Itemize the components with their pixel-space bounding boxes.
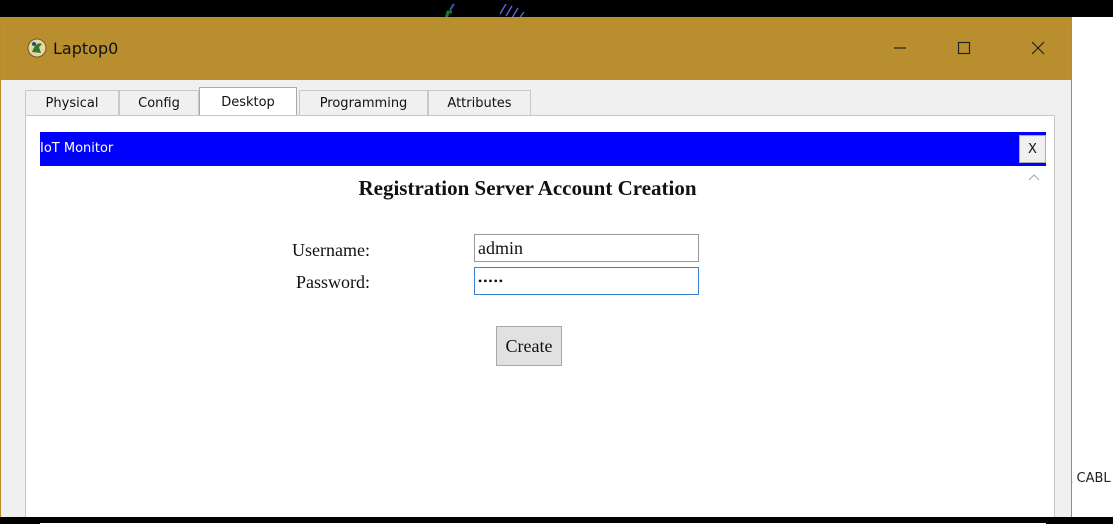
desktop-tab-panel: IoT Monitor X Registration Server Accoun… (25, 115, 1055, 524)
username-label: Username: (292, 240, 370, 260)
background-cable-label: \ CABL (1068, 471, 1111, 486)
bottom-edge (0, 517, 1113, 523)
password-input[interactable]: ••••• (474, 267, 699, 295)
laptop-window: Laptop0 Physical Config Desktop Programm… (0, 17, 1072, 524)
iot-monitor-close-button[interactable]: X (1019, 135, 1046, 163)
minimize-icon (894, 47, 906, 49)
maximize-button[interactable] (941, 31, 987, 65)
username-input[interactable]: admin (474, 234, 699, 262)
iot-monitor-header: IoT Monitor X (40, 132, 1046, 166)
tab-attributes[interactable]: Attributes (428, 90, 531, 116)
browser-view: Registration Server Account Creation Use… (40, 166, 1046, 524)
scroll-up-icon[interactable] (1028, 172, 1040, 182)
tab-config[interactable]: Config (119, 90, 199, 116)
iot-monitor-app: IoT Monitor X Registration Server Accoun… (40, 132, 1046, 524)
tab-physical[interactable]: Physical (25, 90, 119, 116)
create-button[interactable]: Create (496, 326, 562, 366)
tab-desktop[interactable]: Desktop (199, 87, 297, 117)
window-title: Laptop0 (53, 39, 119, 58)
password-label: Password: (295, 272, 370, 292)
packet-tracer-icon (27, 38, 47, 58)
maximize-icon (957, 41, 971, 55)
iot-monitor-title: IoT Monitor (40, 141, 114, 156)
minimize-button[interactable] (877, 31, 923, 65)
close-button[interactable] (1015, 31, 1061, 65)
top-edge (0, 0, 1113, 17)
tab-programming[interactable]: Programming (299, 90, 428, 116)
page-heading: Registration Server Account Creation (358, 176, 697, 200)
window-titlebar[interactable]: Laptop0 (1, 17, 1071, 80)
close-icon (1031, 41, 1045, 55)
